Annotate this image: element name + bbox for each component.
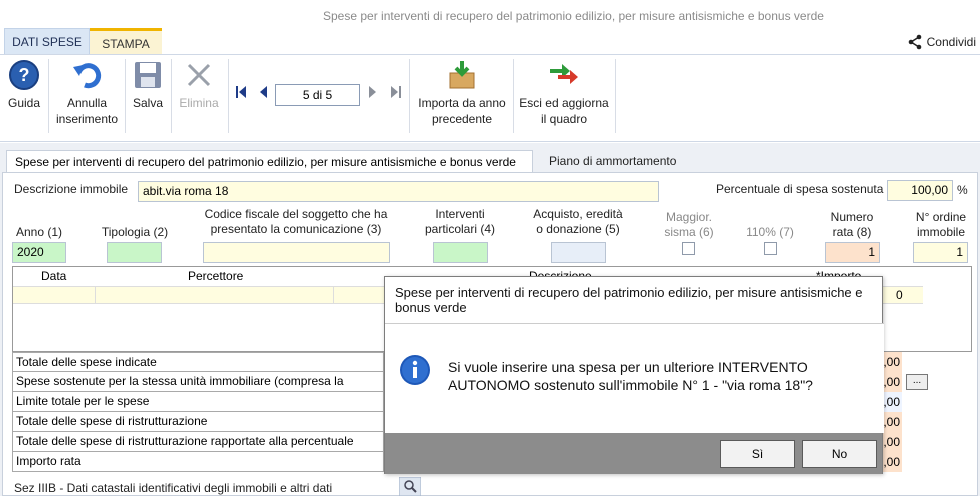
info-icon <box>400 355 430 385</box>
exit-update-icon <box>550 64 578 84</box>
tab-stampa[interactable]: STAMPA <box>90 28 162 54</box>
import-icon <box>449 61 475 89</box>
maggior-sisma-label: Maggior. sisma (6) <box>664 210 714 239</box>
help-icon: ? <box>9 60 39 90</box>
share-button[interactable]: Condividi <box>907 34 976 50</box>
section-footer: Sez IIIB - Dati catastali identificativi… <box>14 481 333 495</box>
toolbar-ribbon: ? Guida Annulla inserimento Salva Elimin… <box>0 54 980 142</box>
totale-spese-label: Totale delle spese indicate <box>12 352 384 372</box>
app-title: Spese per interventi di recupero del pat… <box>323 9 824 23</box>
dialog-message: Si vuole inserire una spesa per un ulter… <box>448 359 813 393</box>
limite-totale-label: Limite totale per le spese <box>12 392 384 412</box>
110-label: 110% (7) <box>746 225 794 239</box>
prev-record-icon[interactable] <box>258 85 268 99</box>
importa-label-2: precedente <box>431 112 493 126</box>
record-counter[interactable]: 5 di 5 <box>275 84 360 106</box>
anno-label: Anno (1) <box>15 225 63 239</box>
acquisto-input[interactable] <box>551 242 606 263</box>
esci-label-2: il quadro <box>540 112 588 126</box>
annulla-label-2: inserimento <box>55 112 119 126</box>
annulla-label-1: Annulla <box>66 96 108 110</box>
elimina-label: Elimina <box>179 96 219 110</box>
annulla-inserimento-button[interactable]: Annulla inserimento <box>54 59 120 127</box>
spese-unita-label: Spese sostenute per la stessa unità immo… <box>12 372 384 407</box>
cf-input[interactable] <box>203 242 390 263</box>
elimina-button[interactable]: Elimina <box>177 59 221 111</box>
confirm-dialog: Spese per interventi di recupero del pat… <box>384 276 884 474</box>
descrizione-label: Descrizione immobile <box>14 182 129 196</box>
importo-rata-label: Importo rata <box>12 452 384 472</box>
percentuale-label: Percentuale di spesa sostenuta <box>716 182 884 196</box>
importa-button[interactable]: Importa da anno precedente <box>414 59 510 127</box>
110-checkbox[interactable] <box>764 242 777 255</box>
next-record-icon[interactable] <box>368 85 378 99</box>
col-data: Data <box>41 269 67 283</box>
guida-button[interactable]: ? Guida <box>6 59 42 111</box>
numero-rata-label: Numero rata (8) <box>830 210 874 239</box>
tab-spese-interventi[interactable]: Spese per interventi di recupero del pat… <box>6 150 533 172</box>
interventi-input[interactable] <box>433 242 488 263</box>
share-icon <box>908 34 921 50</box>
dialog-title: Spese per interventi di recupero del pat… <box>395 285 863 315</box>
interventi-label: Interventi particolari (4) <box>424 207 496 236</box>
tab-dati-spese[interactable]: DATI SPESE <box>4 28 90 54</box>
importa-label-1: Importa da anno <box>418 96 506 110</box>
salva-button[interactable]: Salva <box>131 59 165 111</box>
percentuale-input[interactable]: 100,00 <box>887 180 953 201</box>
maggior-sisma-checkbox[interactable] <box>682 242 695 255</box>
acquisto-label: Acquisto, eredità o donazione (5) <box>533 207 623 236</box>
tab-piano-ammortamento[interactable]: Piano di ammortamento <box>541 150 684 172</box>
last-record-icon[interactable] <box>390 85 402 99</box>
tipologia-label: Tipologia (2) <box>101 225 169 239</box>
descrizione-input[interactable]: abit.via roma 18 <box>138 181 659 202</box>
dialog-footer: Sì No <box>385 433 882 474</box>
title-bar: Spese per interventi di recupero del pat… <box>0 0 980 54</box>
cf-label: Codice fiscale del soggetto che ha presen… <box>204 207 388 236</box>
ordine-input[interactable]: 1 <box>913 242 968 263</box>
guida-label: Guida <box>7 96 41 110</box>
share-label: Condividi <box>926 35 976 49</box>
yes-button[interactable]: Sì <box>720 440 795 468</box>
salva-label: Salva <box>132 96 164 110</box>
ellipsis-button[interactable]: ... <box>906 374 928 390</box>
search-icon[interactable] <box>399 477 421 496</box>
totale-ristr-percentuale-label: Totale delle spese di ristrutturazione r… <box>12 432 384 452</box>
esci-aggiorna-button[interactable]: Esci ed aggiorna il quadro <box>518 59 610 127</box>
dialog-body: Si vuole inserire una spesa per un ulter… <box>385 323 884 433</box>
ordine-label: N° ordine immobile <box>915 210 967 239</box>
percent-sign: % <box>957 183 968 197</box>
svg-text:?: ? <box>19 65 30 85</box>
anno-input[interactable]: 2020 <box>12 242 66 263</box>
row-amount: 0 <box>896 288 903 302</box>
undo-icon <box>73 63 102 89</box>
esci-label-1: Esci ed aggiorna <box>519 96 609 110</box>
first-record-icon[interactable] <box>235 85 247 99</box>
col-percettore: Percettore <box>188 269 244 283</box>
numero-rata-input[interactable]: 1 <box>825 242 880 263</box>
save-icon <box>135 62 161 88</box>
tipologia-input[interactable] <box>107 242 162 263</box>
no-button[interactable]: No <box>802 440 877 468</box>
totale-ristrutturazione-label: Totale delle spese di ristrutturazione <box>12 412 384 432</box>
delete-icon <box>187 63 211 87</box>
